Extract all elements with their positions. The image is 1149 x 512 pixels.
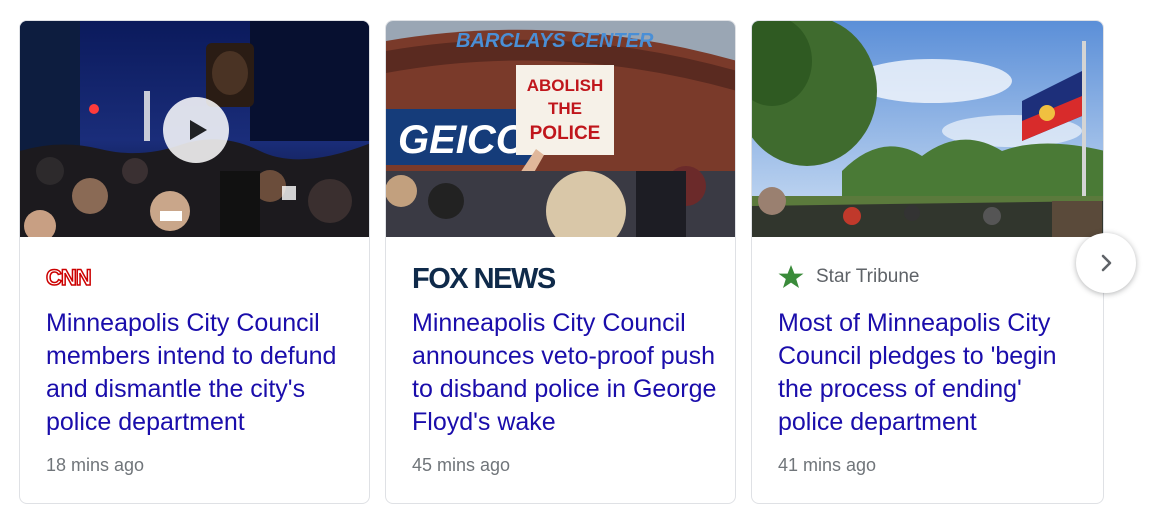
news-timestamp: 41 mins ago: [778, 455, 877, 475]
news-headline[interactable]: Most of Minneapolis City Council pledges…: [778, 307, 1083, 439]
news-card-star-tribune[interactable]: Star Tribune Most of Minneapolis City Co…: [751, 20, 1104, 504]
source-name: Star Tribune: [816, 266, 920, 287]
svg-text:ABOLISH: ABOLISH: [527, 76, 604, 95]
news-card-fox[interactable]: BARCLAYS CENTER GEICO ABOLISH THE POLICE: [385, 20, 736, 504]
carousel-next-button[interactable]: [1076, 233, 1136, 293]
news-carousel: CNN Minneapolis City Council members int…: [0, 0, 1149, 512]
news-thumbnail: [752, 21, 1103, 237]
fox-news-logo: FOX NEWS: [412, 263, 557, 292]
news-thumbnail: BARCLAYS CENTER GEICO ABOLISH THE POLICE: [386, 21, 735, 237]
play-icon: [190, 120, 207, 140]
news-headline[interactable]: Minneapolis City Council announces veto-…: [412, 307, 717, 439]
news-timestamp: 45 mins ago: [412, 455, 511, 475]
news-thumbnail: [20, 21, 369, 237]
news-headline[interactable]: Minneapolis City Council members intend …: [46, 307, 351, 439]
fox-news-wordmark: FOX NEWS: [412, 263, 556, 292]
arena-sign: BARCLAYS CENTER: [456, 30, 654, 52]
news-source: FOX NEWS: [412, 261, 576, 293]
ad-sign: GEICO: [398, 118, 527, 162]
play-video-button[interactable]: [163, 97, 229, 163]
news-timestamp: 18 mins ago: [46, 455, 145, 475]
news-source: Star Tribune: [778, 261, 920, 293]
news-source: CNN: [46, 261, 92, 293]
cnn-logo: CNN: [46, 264, 92, 290]
svg-text:POLICE: POLICE: [530, 123, 601, 144]
chevron-right-icon: [1101, 254, 1112, 272]
svg-text:CNN: CNN: [46, 265, 91, 290]
news-card-cnn[interactable]: CNN Minneapolis City Council members int…: [19, 20, 370, 504]
svg-text:THE: THE: [548, 99, 582, 118]
star-icon: [778, 265, 804, 288]
